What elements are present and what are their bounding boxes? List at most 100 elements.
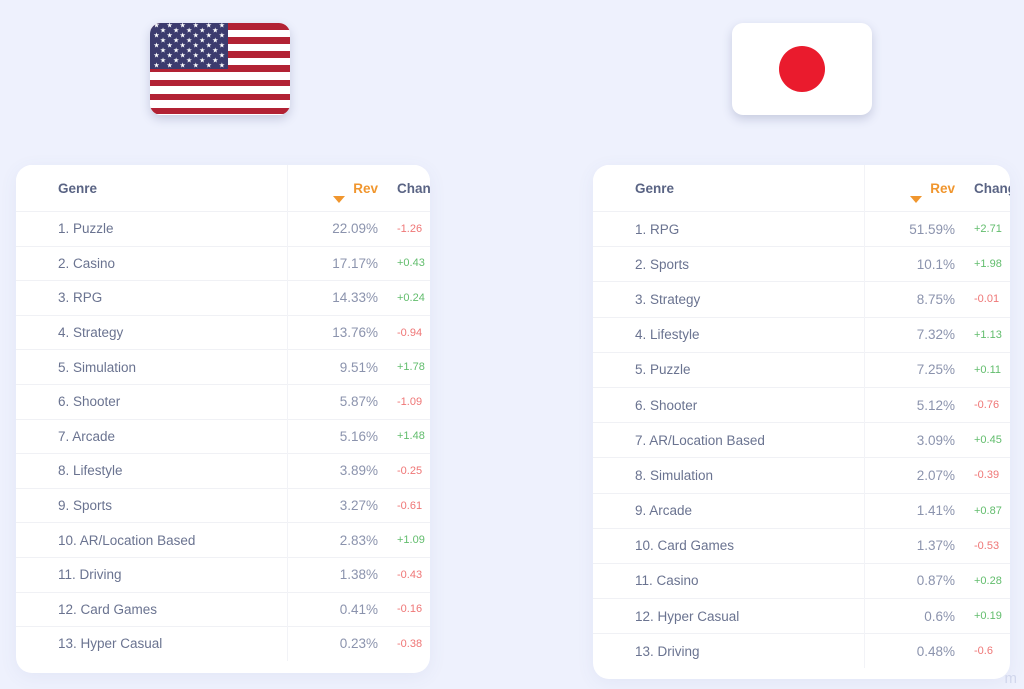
us-flag-star: ★ <box>153 42 160 50</box>
table-row[interactable]: 9. Arcade 1.41% +0.87 <box>593 492 1010 529</box>
cell-genre: 8. Simulation <box>593 457 865 493</box>
table-row[interactable]: 2. Sports 10.1% +1.98 <box>593 246 1010 282</box>
us-flag-star: ★ <box>179 42 186 50</box>
us-flag-star: ★ <box>205 23 212 30</box>
cell-rev: 8.75% <box>864 281 959 318</box>
cell-rev: 3.27% <box>287 487 382 523</box>
column-header-genre[interactable]: Genre <box>16 165 288 212</box>
cell-rev: 0.6% <box>864 598 959 634</box>
column-header-change[interactable]: Change <box>382 165 430 212</box>
cell-rev: 1.41% <box>864 492 959 529</box>
us-flag-star: ★ <box>218 52 225 60</box>
column-header-change[interactable]: Change <box>959 165 1010 212</box>
us-flag-star: ★ <box>172 57 180 65</box>
table-row[interactable]: 1. RPG 51.59% +2.71 <box>593 210 1010 247</box>
table-row[interactable]: 13. Hyper Casual 0.23% -0.38 <box>16 626 430 661</box>
cell-change: -0.53 <box>959 527 1010 564</box>
cell-change: -0.6 <box>959 633 1010 669</box>
cell-rev: 7.32% <box>864 316 959 353</box>
cell-rev: 5.87% <box>287 383 382 420</box>
cell-genre: 1. RPG <box>593 210 865 247</box>
cell-rev: 5.16% <box>287 418 382 454</box>
table-row[interactable]: 8. Simulation 2.07% -0.39 <box>593 457 1010 493</box>
table-row[interactable]: 2. Casino 17.17% +0.43 <box>16 245 430 281</box>
cell-change: +1.13 <box>959 316 1010 353</box>
us-flag-star: ★ <box>186 27 193 35</box>
column-header-genre[interactable]: Genre <box>593 165 865 212</box>
table-row[interactable]: 12. Hyper Casual 0.6% +0.19 <box>593 598 1010 634</box>
cell-rev: 14.33% <box>287 280 382 316</box>
us-flag-star: ★ <box>186 47 193 55</box>
us-flag-star: ★ <box>212 37 219 45</box>
cell-change: +1.09 <box>382 522 430 558</box>
table-row[interactable]: 12. Card Games 0.41% -0.16 <box>16 591 430 627</box>
table-header: Genre Rev Change <box>16 165 430 212</box>
table-row[interactable]: 6. Shooter 5.87% -1.09 <box>16 383 430 420</box>
table-row[interactable]: 10. AR/Location Based 2.83% +1.09 <box>16 522 430 558</box>
table-row[interactable]: 9. Sports 3.27% -0.61 <box>16 487 430 523</box>
table-row[interactable]: 8. Lifestyle 3.89% -0.25 <box>16 453 430 489</box>
us-flag-star: ★ <box>205 42 212 50</box>
table-row[interactable]: 5. Simulation 9.51% +1.78 <box>16 349 430 385</box>
column-header-rev[interactable]: Rev <box>864 165 959 212</box>
column-header-rev[interactable]: Rev <box>287 165 382 212</box>
cell-rev: 0.41% <box>287 591 382 627</box>
cell-change: -0.39 <box>959 457 1010 493</box>
jp-flag-icon <box>779 46 825 92</box>
table-row[interactable]: 11. Driving 1.38% -0.43 <box>16 556 430 593</box>
genre-table-card-us: Genre Rev Change 1. Puzzle22.09%-1.262. … <box>16 165 430 673</box>
cell-change: +0.24 <box>382 280 430 316</box>
us-flag-star: ★ <box>179 23 186 30</box>
sort-descending-caret-icon <box>910 196 922 203</box>
us-flag-star: ★ <box>192 23 199 30</box>
cell-genre: 10. AR/Location Based <box>16 522 288 558</box>
us-flag-star: ★ <box>153 23 160 30</box>
us-flag-star: ★ <box>159 47 167 55</box>
header-row: Genre Rev Change <box>593 165 1010 212</box>
cell-rev: 51.59% <box>864 210 959 247</box>
us-flag-stripe <box>150 93 290 101</box>
table-row[interactable]: 7. AR/Location Based 3.09% +0.45 <box>593 422 1010 458</box>
genre-table-card-jp: Genre Rev Change 1. RPG51.59%+2.712. Spo… <box>593 165 1010 679</box>
us-flag-star: ★ <box>166 32 173 40</box>
cell-rev: 5.12% <box>864 386 959 423</box>
table-row[interactable]: 1. Puzzle 22.09% -1.26 <box>16 211 430 247</box>
us-flag-star: ★ <box>166 52 173 60</box>
us-canton: ★ ★ ★ ★ ★ ★ ★ ★ ★ ★ ★ ★ ★ ★ ★ ★ ★ ★ ★ ★ ★ ★ ★ ★ ★ ★ ★ ★ ★ ★ ★ ★ ★ ★ ★ ★ ★ ★ ★ ★… <box>150 23 229 70</box>
japan-flag <box>732 23 872 115</box>
us-flag-star: ★ <box>199 27 206 35</box>
cell-genre: 2. Sports <box>593 246 865 282</box>
cell-change: -0.38 <box>382 626 430 661</box>
us-flag-star: ★ <box>212 47 219 55</box>
cell-genre: 11. Casino <box>593 562 865 599</box>
table-row[interactable]: 3. RPG 14.33% +0.24 <box>16 280 430 316</box>
table-row[interactable]: 6. Shooter 5.12% -0.76 <box>593 386 1010 423</box>
cell-rev: 7.25% <box>864 351 959 388</box>
us-flag-icon: ★ ★ ★ ★ ★ ★ ★ ★ ★ ★ ★ ★ ★ ★ ★ ★ ★ ★ ★ ★ ★ ★ ★ ★ ★ ★ ★ ★ ★ ★ ★ ★ ★ ★ ★ ★ ★ ★ ★ ★… <box>150 23 290 115</box>
cell-rev: 9.51% <box>287 349 382 385</box>
table-row[interactable]: 3. Strategy 8.75% -0.01 <box>593 281 1010 318</box>
cell-rev: 0.48% <box>864 633 959 669</box>
cell-genre: 5. Puzzle <box>593 351 865 388</box>
table-row[interactable]: 7. Arcade 5.16% +1.48 <box>16 418 430 454</box>
table-row[interactable]: 13. Driving 0.48% -0.6 <box>593 633 1010 669</box>
table-row[interactable]: 4. Lifestyle 7.32% +1.13 <box>593 316 1010 353</box>
genre-table: Genre Rev Change 1. Puzzle22.09%-1.262. … <box>16 165 430 661</box>
us-flag-star: ★ <box>166 23 173 30</box>
cell-change: +0.19 <box>959 598 1010 634</box>
table-row[interactable]: 5. Puzzle 7.25% +0.11 <box>593 351 1010 388</box>
table-row[interactable]: 11. Casino 0.87% +0.28 <box>593 562 1010 599</box>
cell-genre: 9. Arcade <box>593 492 865 529</box>
table-row[interactable]: 4. Strategy 13.76% -0.94 <box>16 314 430 350</box>
table-row[interactable]: 10. Card Games 1.37% -0.53 <box>593 527 1010 564</box>
cell-genre: 13. Driving <box>593 633 865 669</box>
cell-genre: 7. Arcade <box>16 418 288 454</box>
header-row: Genre Rev Change <box>16 165 430 212</box>
cell-rev: 3.89% <box>287 453 382 489</box>
us-flag-star: ★ <box>218 23 225 30</box>
us-flag-star: ★ <box>212 57 219 65</box>
us-flag-star: ★ <box>199 47 206 55</box>
cell-genre: 10. Card Games <box>593 527 865 564</box>
cell-rev: 10.1% <box>864 246 959 282</box>
us-flag-star: ★ <box>172 37 180 45</box>
